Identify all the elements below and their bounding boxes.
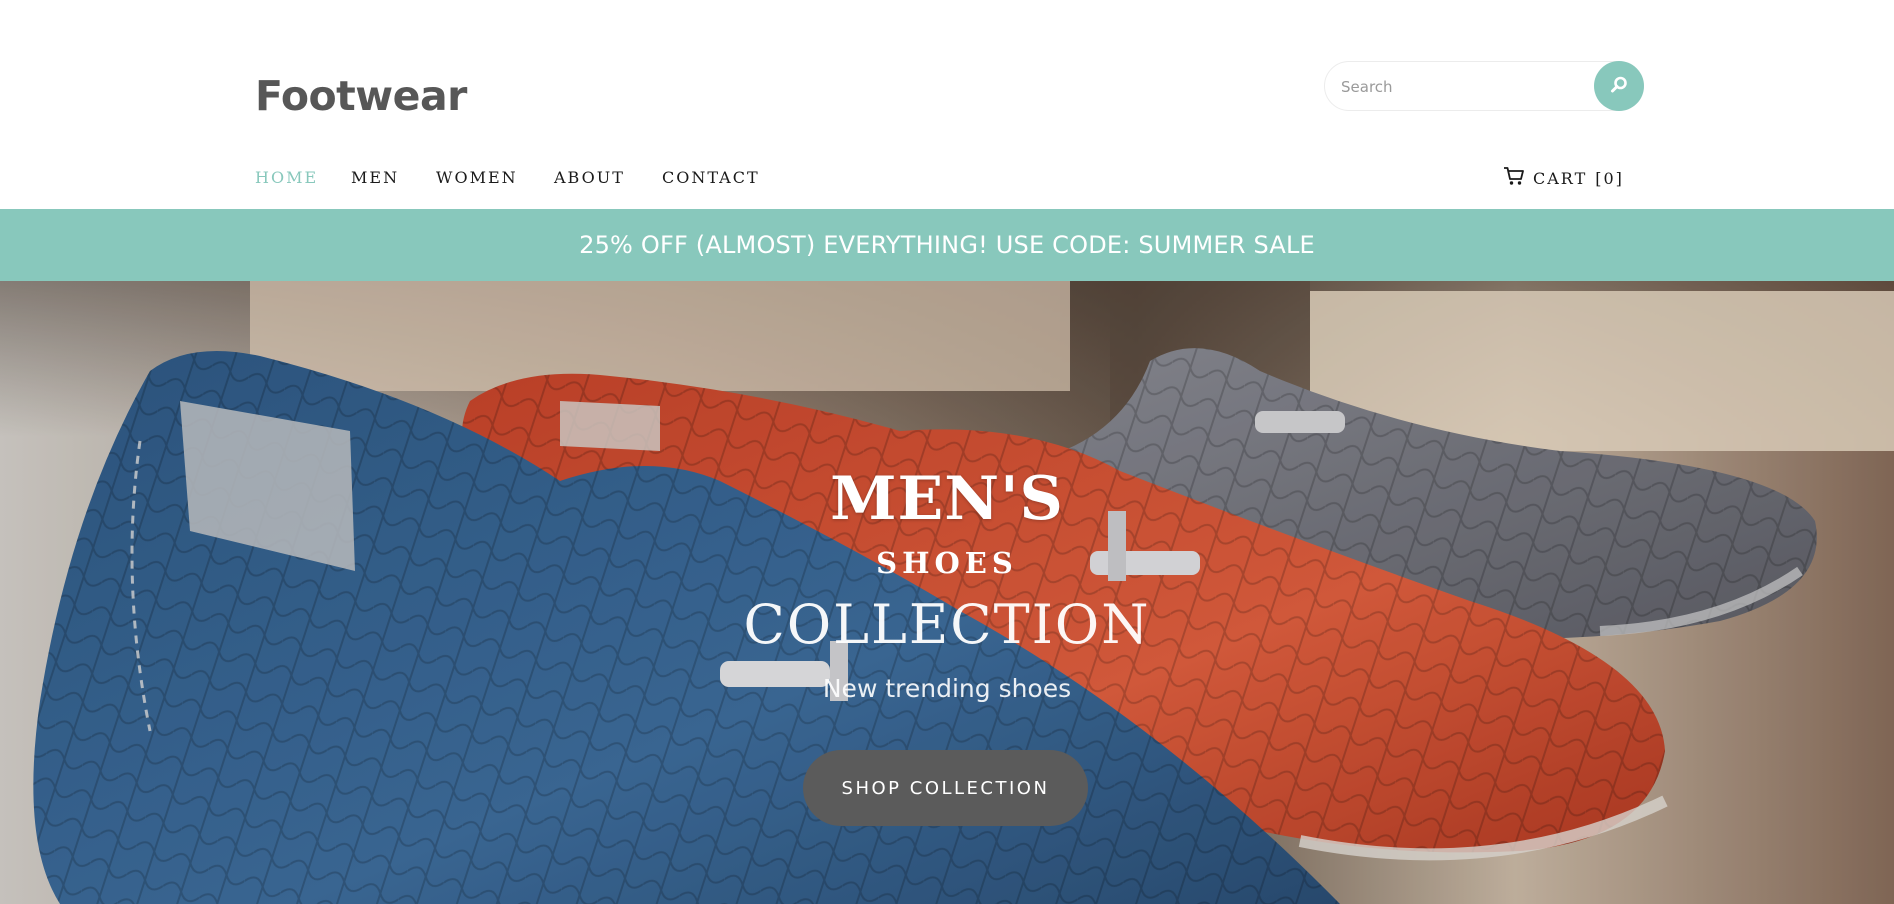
cart-count: [0] [1595, 168, 1624, 188]
shop-collection-button[interactable]: SHOP COLLECTION [803, 750, 1088, 826]
hero-subtitle: SHOES [876, 546, 1018, 580]
nav-item-about[interactable]: ABOUT [554, 168, 625, 187]
nav-item-men[interactable]: MEN [351, 168, 399, 187]
nav-item-women[interactable]: WOMEN [436, 168, 518, 187]
search-button[interactable] [1594, 61, 1644, 111]
hero-title: MEN'S [830, 464, 1064, 534]
nav-item-contact[interactable]: CONTACT [662, 168, 760, 187]
site-header: Footwear HOME MEN WOMEN ABOUT CONTACT CA… [0, 0, 1894, 209]
cart-label: CART [1533, 168, 1588, 188]
cart-icon [1503, 166, 1525, 190]
hero-section: MEN'S SHOES COLLECTION New trending shoe… [0, 281, 1894, 904]
site-logo[interactable]: Footwear [255, 72, 467, 120]
hero-content: MEN'S SHOES COLLECTION New trending shoe… [0, 281, 1894, 904]
search-icon [1610, 76, 1628, 97]
search-input[interactable] [1341, 74, 1581, 100]
hero-collection-heading: COLLECTION [743, 593, 1151, 656]
cart-link[interactable]: CART [0] [1503, 165, 1624, 191]
nav-item-home[interactable]: HOME [255, 168, 318, 187]
hero-tagline: New trending shoes [822, 674, 1072, 703]
promo-banner: 25% OFF (ALMOST) EVERYTHING! USE CODE: S… [0, 209, 1894, 281]
promo-text: 25% OFF (ALMOST) EVERYTHING! USE CODE: S… [579, 231, 1315, 259]
